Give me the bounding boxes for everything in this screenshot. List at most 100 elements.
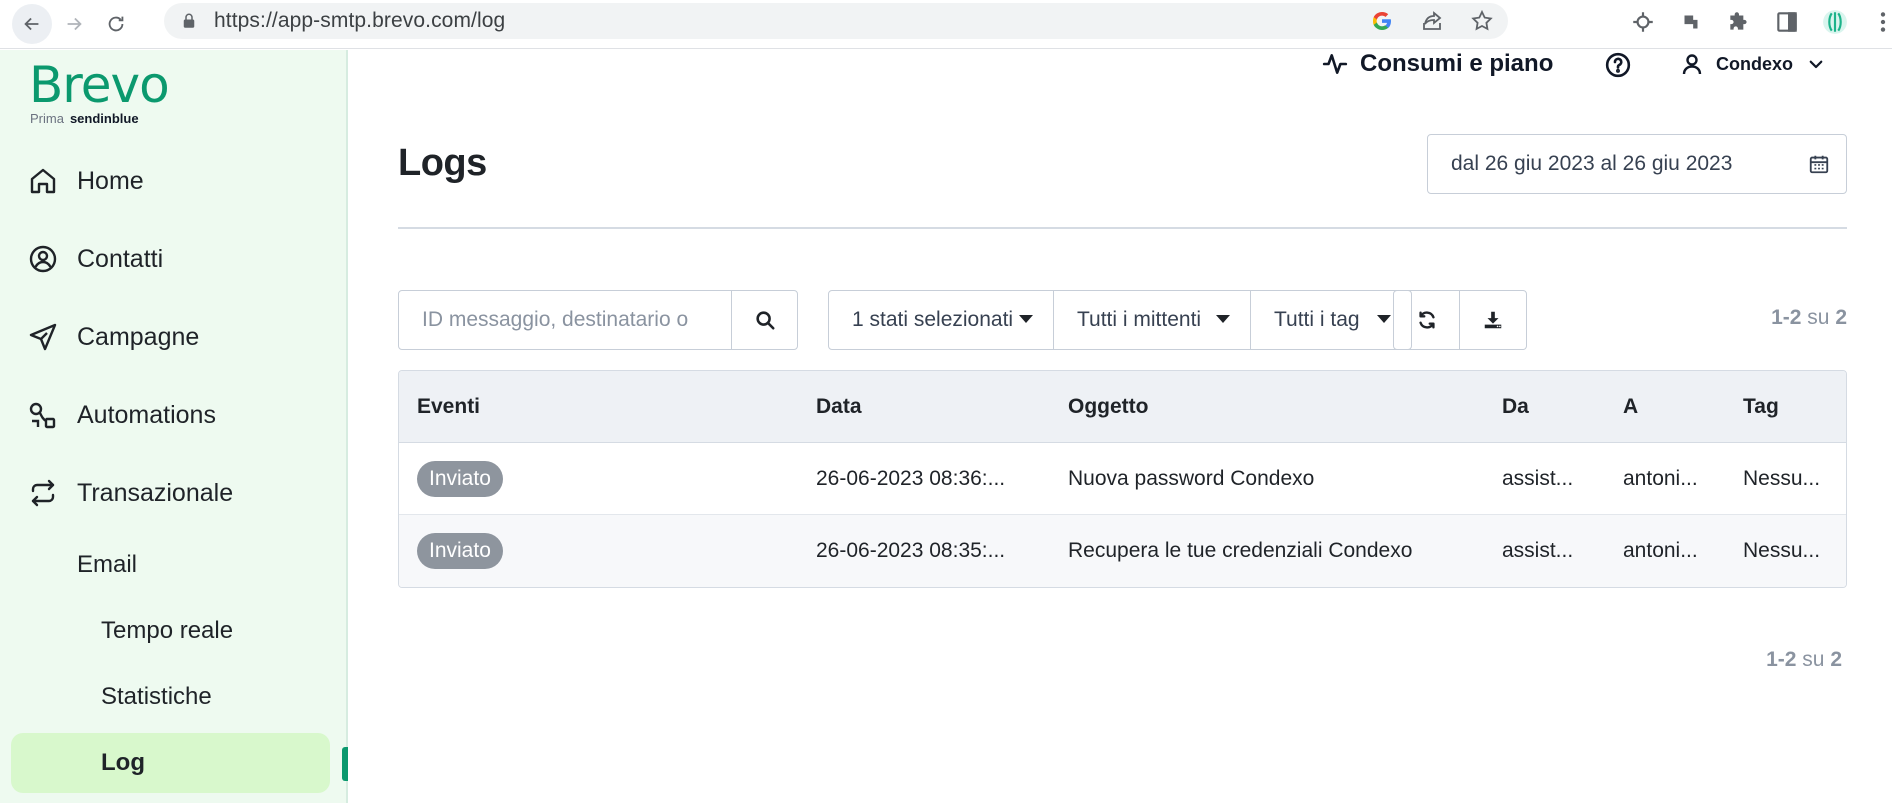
arrow-right-icon [67,17,82,31]
column-header-oggetto[interactable]: Oggetto [1068,395,1148,419]
logo-sendinblue: sendinblue [69,111,139,126]
help-icon[interactable] [1605,52,1631,78]
column-header-tag[interactable]: Tag [1743,395,1779,419]
table-row[interactable]: Inviato 26-06-2023 08:35:... Recupera le… [399,515,1846,587]
extension-bolt-icon[interactable] [1678,9,1704,35]
cell-to: antoni... [1623,466,1698,490]
url-text: https://app-smtp.brevo.com/log [214,9,506,32]
sidebar-item-home[interactable]: Home [0,146,348,216]
profile-avatar-icon[interactable] [1822,9,1848,35]
pagination-range: 1-2 [1766,648,1797,671]
sidebar-subitem-label: Tempo reale [101,617,234,644]
usage-plan-link[interactable]: Consumi e piano [1322,50,1553,78]
lock-icon [183,13,195,28]
extension-code-icon[interactable] [1630,9,1656,35]
usage-plan-label: Consumi e piano [1360,50,1554,77]
date-range-picker[interactable]: dal 26 giu 2023 al 26 giu 2023 [1427,134,1847,194]
pagination-total: 2 [1835,306,1847,329]
sidebar-subitem-label: Email [77,551,138,578]
pagination-info-top: 1-2 su 2 [1550,306,1847,330]
calendar-icon [1809,155,1829,174]
brevo-logo[interactable]: Brevo Prima sendinblue [29,56,170,126]
date-range-text: dal 26 giu 2023 al 26 giu 2023 [1451,152,1733,175]
search-button[interactable] [731,291,797,349]
search-bar [398,290,798,350]
contacts-icon [29,245,57,273]
sidebar-item-automations[interactable]: Automations [0,380,348,450]
column-header-data[interactable]: Data [816,395,862,419]
sender-filter-select[interactable]: Tutti i mittenti [1054,291,1251,349]
pagination-info-bottom: 1-2 su 2 [1550,648,1842,672]
pagination-of: su [1807,306,1830,329]
refresh-button[interactable] [1394,291,1460,349]
status-badge: Inviato [417,533,503,569]
account-name: Condexo [1716,53,1794,74]
download-button[interactable] [1460,291,1526,349]
sidebar: Brevo Prima sendinblue Home Contatti Camp… [0,50,348,803]
search-input[interactable] [399,291,731,349]
account-menu[interactable]: Condexo [1680,50,1825,78]
address-bar[interactable]: https://app-smtp.brevo.com/log [164,3,1508,39]
status-badge: Inviato [417,461,503,497]
table-actions [1393,290,1527,350]
cell-from: assist... [1502,539,1574,562]
cell-date: 26-06-2023 08:36:... [816,466,1006,490]
caret-down-icon [1216,315,1230,323]
google-icon[interactable] [1370,9,1394,33]
table-header: Eventi Data Oggetto Da A Tag [399,371,1846,443]
logs-table: Eventi Data Oggetto Da A Tag Inviato 26-… [398,370,1847,588]
cell-from: assist... [1502,466,1574,490]
main-content: Consumi e piano Condexo Logs dal 26 giu … [350,50,1892,803]
column-header-eventi[interactable]: Eventi [417,395,480,419]
cell-subject: Nuova password Condexo [1068,466,1315,490]
sidebar-item-label: Transazionale [77,478,234,507]
search-icon [755,311,775,330]
table-row[interactable]: Inviato 26-06-2023 08:36:... Nuova passw… [399,443,1846,515]
cell-subject: Recupera le tue credenziali Condexo [1068,539,1413,562]
tag-filter-select[interactable]: Tutti i tag [1251,291,1411,349]
share-icon[interactable] [1420,9,1444,33]
sidebar-item-label: Automations [77,400,216,429]
section-divider [398,227,1847,229]
column-header-da[interactable]: Da [1502,395,1529,419]
sidebar-subitem-label: Log [101,749,145,776]
tag-filter-value: Tutti i tag [1274,308,1360,331]
pagination-range: 1-2 [1771,306,1802,329]
pagination-total: 2 [1830,648,1842,671]
sidebar-subitem-email[interactable]: Email [0,535,348,595]
reload-button[interactable] [96,4,136,44]
status-filter-select[interactable]: 1 stati selezionati [829,291,1054,349]
top-bar: Consumi e piano Condexo [350,50,1892,78]
reload-icon [108,16,124,32]
cell-tag: Nessu... [1743,539,1821,562]
sidebar-subitem-tempo-reale[interactable]: Tempo reale [0,601,348,661]
back-button[interactable] [12,4,52,44]
sidebar-item-label: Contatti [77,244,164,273]
star-icon[interactable] [1470,9,1494,33]
logo-prima: Prima [30,111,64,126]
sidebar-item-label: Home [77,166,144,195]
sidepanel-icon[interactable] [1774,9,1800,35]
puzzle-icon[interactable] [1726,9,1752,35]
sidebar-subitem-statistiche[interactable]: Statistiche [0,667,348,727]
cell-to: antoni... [1623,539,1698,562]
sidebar-item-label: Campagne [77,322,200,351]
refresh-icon [1418,311,1435,329]
active-marker [342,747,348,781]
kebab-menu-icon[interactable] [1870,9,1892,35]
sidebar-item-transazionale[interactable]: Transazionale [0,458,348,528]
logo-wordmark: Brevo [29,56,170,114]
column-header-a[interactable]: A [1623,395,1638,419]
send-icon [29,323,57,351]
sidebar-subitem-log[interactable]: Log [0,733,348,793]
sidebar-item-contatti[interactable]: Contatti [0,224,348,294]
activity-icon [1322,54,1348,74]
cell-date: 26-06-2023 08:35:... [816,539,1006,562]
automation-icon [29,402,56,429]
forward-button[interactable] [54,4,94,44]
download-icon [1484,311,1502,329]
sender-filter-value: Tutti i mittenti [1077,308,1202,331]
sidebar-item-campagne[interactable]: Campagne [0,302,348,372]
cell-tag: Nessu... [1743,466,1821,490]
browser-toolbar: https://app-smtp.brevo.com/log [0,0,1892,49]
